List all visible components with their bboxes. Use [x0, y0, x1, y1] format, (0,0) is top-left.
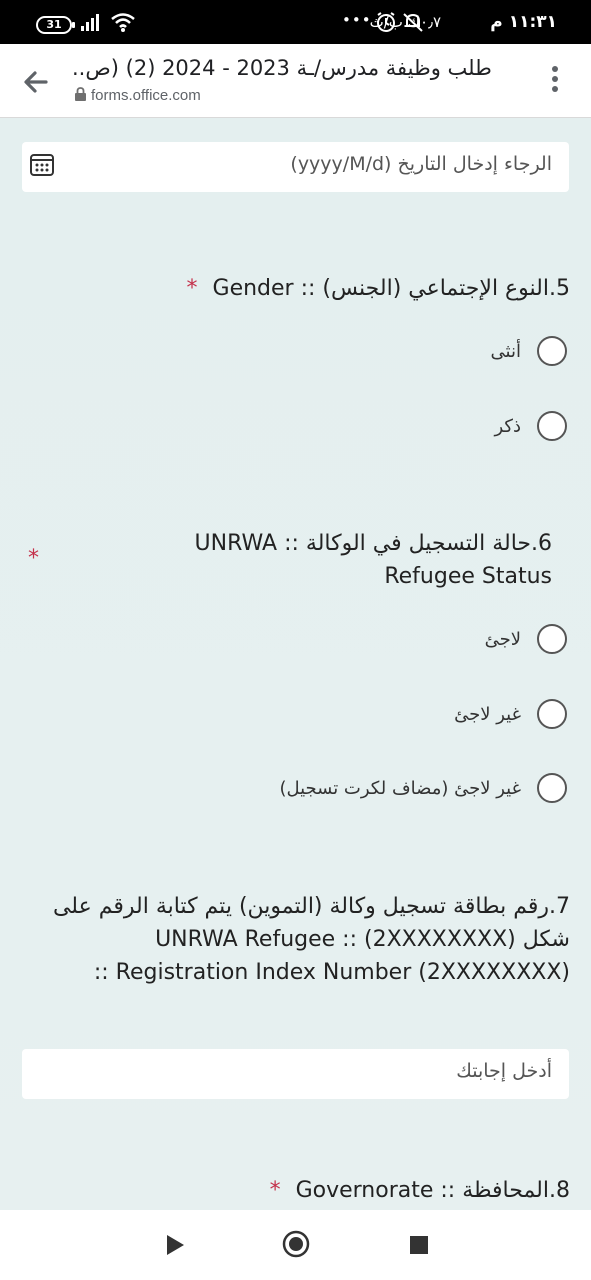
option-female[interactable]: أنثى: [491, 335, 567, 367]
system-nav-bar: [0, 1210, 591, 1280]
answer-placeholder: أدخل إجابتك: [456, 1060, 552, 1082]
option-label: غير لاجئ (مضاف لكرت تسجيل): [279, 777, 521, 799]
option-male[interactable]: ذكر: [494, 410, 567, 442]
option-label: ذكر: [494, 415, 521, 437]
option-non-refugee-added[interactable]: غير لاجئ (مضاف لكرت تسجيل): [279, 772, 567, 804]
question-8-number: 8.: [549, 1178, 570, 1203]
radio-non-refugee-added[interactable]: [537, 773, 567, 803]
question-7-number: 7.: [549, 894, 570, 919]
option-refugee[interactable]: لاجئ: [485, 623, 567, 655]
url-bar[interactable]: forms.office.com: [74, 87, 201, 104]
question-7-text: رقم بطاقة تسجيل وكالة (التموين) يتم كتاب…: [52, 894, 570, 985]
clock: ١١:٣١ م: [490, 12, 557, 32]
home-circle-icon[interactable]: [282, 1230, 310, 1258]
option-label: غير لاجئ: [454, 703, 521, 725]
option-label: لاجئ: [484, 628, 521, 650]
question-7-title: 7.رقم بطاقة تسجيل وكالة (التموين) يتم كت…: [40, 890, 570, 989]
page-title: طلب وظيفة مدرس/ـة 2023 - 2024 (2) (ص..: [72, 56, 492, 80]
question-6-text: حالة التسجيل في الوكالة :: UNRWA Refugee…: [194, 531, 552, 589]
browser-toolbar: طلب وظيفة مدرس/ـة 2023 - 2024 (2) (ص.. f…: [0, 44, 591, 118]
required-star: *: [28, 546, 39, 571]
status-bar: 31 ••• ٠٫٧ك.ب/ث ١١:٣١ م: [0, 0, 591, 44]
date-input-placeholder: الرجاء إدخال التاريخ (yyyy/M/d): [290, 153, 552, 175]
lock-icon: [75, 87, 86, 101]
network-speed: ٠٫٧ك.ب/ث: [369, 13, 441, 31]
required-star: *: [269, 1178, 281, 1203]
option-label: أنثى: [490, 340, 521, 362]
date-input[interactable]: الرجاء إدخال التاريخ (yyyy/M/d): [22, 142, 569, 192]
square-icon[interactable]: [408, 1234, 430, 1256]
radio-non-refugee[interactable]: [537, 699, 567, 729]
play-back-icon[interactable]: [163, 1232, 187, 1258]
signal-icon: [81, 14, 99, 31]
radio-female[interactable]: [537, 336, 567, 366]
required-star: *: [186, 276, 198, 301]
wifi-icon: [111, 13, 135, 32]
question-5-text: النوع الإجتماعي (الجنس) :: Gender: [212, 276, 549, 301]
calendar-icon[interactable]: [29, 152, 55, 178]
arrow-left-icon[interactable]: [18, 64, 54, 100]
radio-male[interactable]: [537, 411, 567, 441]
more-notifications-icon: •••: [342, 11, 372, 29]
option-non-refugee[interactable]: غير لاجئ: [454, 698, 567, 730]
question-6-number: 6.: [531, 531, 552, 556]
question-8-title: 8.المحافظة :: Governorate *: [30, 1174, 570, 1207]
question-5-title: 5.النوع الإجتماعي (الجنس) :: Gender *: [30, 272, 570, 305]
url-text: forms.office.com: [91, 87, 201, 104]
registration-number-input[interactable]: أدخل إجابتك: [22, 1049, 569, 1099]
form-body: الرجاء إدخال التاريخ (yyyy/M/d) 5.النوع …: [0, 118, 591, 1210]
question-5-number: 5.: [549, 276, 570, 301]
battery-icon: 31: [36, 16, 75, 34]
more-vert-icon[interactable]: [549, 66, 561, 98]
radio-refugee[interactable]: [537, 624, 567, 654]
question-8-text: المحافظة :: Governorate: [295, 1178, 549, 1203]
question-6-title: 6.حالة التسجيل في الوكالة :: UNRWA Refug…: [160, 527, 570, 593]
